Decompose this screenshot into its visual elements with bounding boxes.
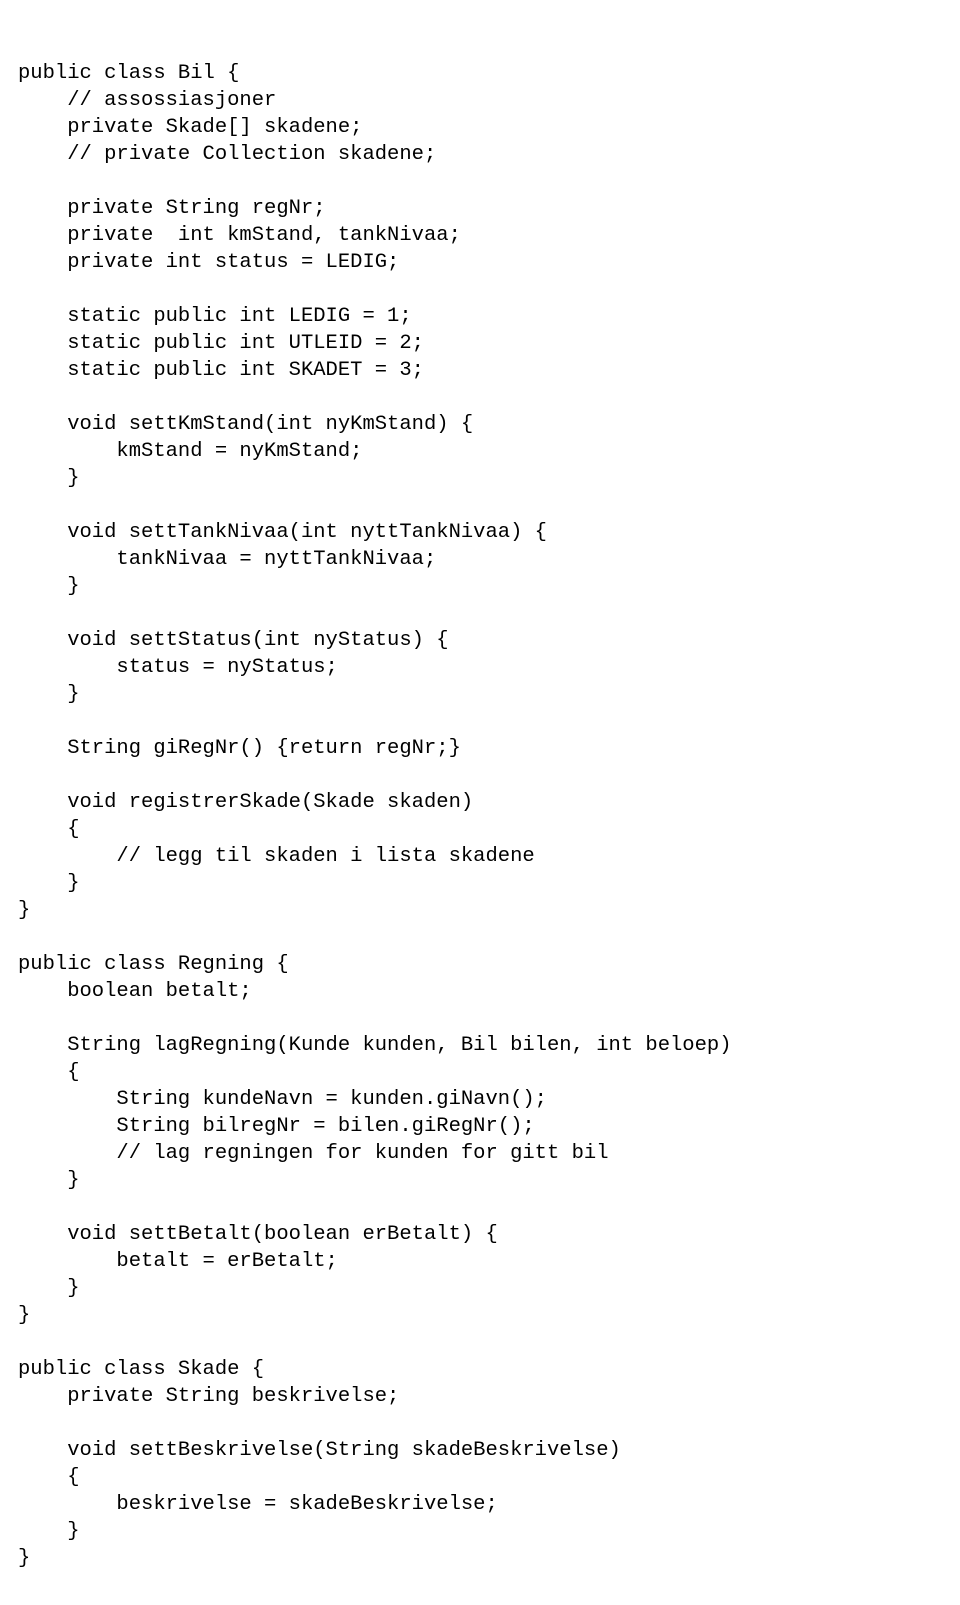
code-block: public class Bil { // assossiasjoner pri… [18, 60, 942, 1572]
code-document: public class Bil { // assossiasjoner pri… [0, 0, 960, 1605]
